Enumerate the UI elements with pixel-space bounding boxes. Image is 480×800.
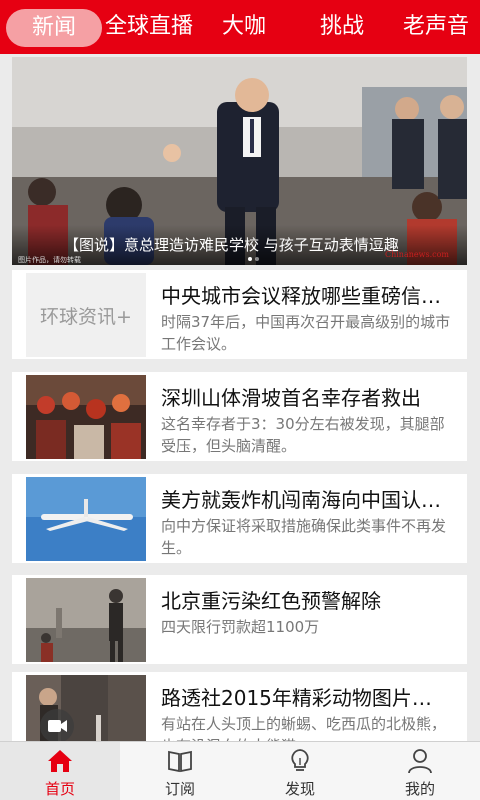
- tab-global-live[interactable]: 全球直播: [105, 0, 193, 54]
- news-item[interactable]: 美方就轰炸机闯南海向中国认… 向中方保证将采取措施确保此类事件不再发生。: [12, 474, 467, 563]
- book-icon: [168, 750, 192, 773]
- banner-caption: 【图说】意总理造访难民学校 与孩子互动表情逗趣: [64, 236, 399, 254]
- video-play-button[interactable]: [40, 709, 74, 743]
- news-title: 中央城市会议释放哪些重磅信…: [161, 284, 441, 308]
- nav-home-label: 首页: [44, 780, 75, 798]
- home-icon: [48, 750, 72, 772]
- tab-news[interactable]: 新闻: [6, 9, 102, 47]
- news-thumbnail: [26, 477, 146, 561]
- carousel-dot-active: [248, 257, 252, 261]
- banner-caption-overlay: 【图说】意总理造访难民学校 与孩子互动表情逗趣 图片作品，请勿转载 Chinan…: [12, 225, 467, 265]
- nav-subscribe[interactable]: 订阅: [120, 742, 240, 800]
- banner-carousel[interactable]: 【图说】意总理造访难民学校 与孩子互动表情逗趣 图片作品，请勿转载 Chinan…: [12, 57, 467, 265]
- nav-discover[interactable]: 发现: [240, 742, 360, 800]
- nav-subscribe-label: 订阅: [164, 780, 195, 798]
- video-camera-icon: [48, 720, 67, 732]
- news-desc: 向中方保证将采取措施确保此类事件不再发生。: [161, 517, 447, 557]
- banner-watermark: Chinanews.com: [384, 250, 449, 259]
- news-desc: 这名幸存者于3：30分左右被发现，其腿部受压，但头脑清醒。: [161, 415, 445, 455]
- lightbulb-icon: [291, 749, 309, 771]
- news-title: 路透社2015年精彩动物图片…: [161, 686, 432, 710]
- nav-discover-label: 发现: [284, 780, 315, 798]
- news-title: 深圳山体滑坡首名幸存者救出: [161, 386, 421, 410]
- news-item[interactable]: 北京重污染红色预警解除 四天限行罚款超1100万: [12, 575, 467, 664]
- channel-bar: 新闻 全球直播 大咖 挑战 老声音: [0, 0, 480, 54]
- news-thumbnail: [26, 578, 146, 662]
- news-thumbnail: [26, 375, 146, 459]
- bottom-nav: 首页 订阅 发现 我的: [0, 741, 480, 800]
- news-thumb-text: 环球资讯+: [26, 273, 146, 357]
- carousel-indicator: [248, 257, 259, 261]
- news-desc: 时隔37年后，中国再次召开最高级别的城市工作会议。: [161, 313, 451, 353]
- news-desc: 四天限行罚款超1100万: [161, 618, 320, 636]
- tab-old-voices[interactable]: 老声音: [403, 0, 469, 54]
- news-title: 北京重污染红色预警解除: [161, 589, 381, 613]
- user-icon: [408, 749, 432, 774]
- carousel-dot: [255, 257, 259, 261]
- nav-me[interactable]: 我的: [360, 742, 480, 800]
- tab-big-shots[interactable]: 大咖: [222, 0, 266, 54]
- banner-credit: 图片作品，请勿转载: [18, 256, 81, 264]
- nav-me-label: 我的: [404, 780, 435, 798]
- tab-challenge[interactable]: 挑战: [320, 0, 364, 54]
- news-title: 美方就轰炸机闯南海向中国认…: [161, 488, 441, 512]
- news-item[interactable]: 深圳山体滑坡首名幸存者救出 这名幸存者于3：30分左右被发现，其腿部受压，但头脑…: [12, 372, 467, 461]
- nav-home[interactable]: 首页: [0, 742, 120, 800]
- news-item[interactable]: 环球资讯+ 中央城市会议释放哪些重磅信… 时隔37年后，中国再次召开最高级别的城…: [12, 270, 467, 359]
